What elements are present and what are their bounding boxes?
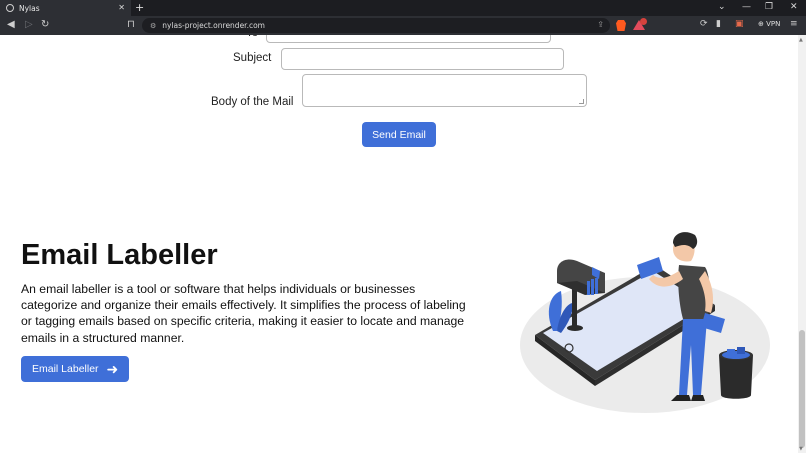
scroll-up-icon[interactable]: ▲ (799, 37, 803, 43)
resize-handle-icon[interactable] (579, 99, 584, 104)
site-info-icon[interactable]: ⚙ (150, 22, 156, 30)
back-icon[interactable]: ◀ (7, 19, 15, 30)
page-viewport: To Subject Body of the Mail Send Email E… (0, 35, 798, 453)
menu-icon[interactable]: ≡ (790, 19, 798, 29)
subject-field[interactable] (281, 48, 564, 70)
address-bar[interactable]: ⚙ nylas-project.onrender.com ⇪ (142, 18, 610, 33)
forward-icon[interactable]: ▷ (25, 19, 33, 30)
scroll-down-icon[interactable]: ▼ (799, 446, 803, 452)
notification-badge (640, 18, 647, 25)
browser-tab-strip: Nylas ✕ + ⌄ — ❐ ✕ (0, 0, 806, 16)
hero-description: An email labeller is a tool or software … (21, 282, 466, 345)
scrollbar-thumb[interactable] (799, 330, 805, 448)
globe-icon (6, 4, 14, 12)
to-field[interactable] (266, 35, 551, 43)
close-window-icon[interactable]: ✕ (790, 2, 798, 12)
person-sorting-mail-illustration (520, 232, 770, 413)
maximize-icon[interactable]: ❐ (765, 2, 773, 12)
minimize-icon[interactable]: — (742, 2, 751, 12)
vpn-label: VPN (766, 20, 781, 28)
tab-title: Nylas (19, 3, 40, 13)
url-text: nylas-project.onrender.com (162, 21, 265, 30)
brave-shield-icon[interactable] (616, 20, 626, 31)
body-textarea[interactable] (302, 74, 587, 107)
extension-icon[interactable]: ⟳ (700, 19, 708, 29)
hero-title: Email Labeller (21, 239, 218, 271)
browser-tab[interactable]: Nylas ✕ (0, 0, 131, 16)
sidebar-icon[interactable]: ▮ (716, 19, 721, 29)
new-tab-button[interactable]: + (135, 1, 144, 14)
send-email-button[interactable]: Send Email (362, 122, 436, 147)
subject-label: Subject (233, 52, 272, 64)
tab-close-icon[interactable]: ✕ (118, 3, 125, 12)
arrow-right-icon: ➜ (106, 361, 119, 377)
email-labeller-button[interactable]: Email Labeller ➜ (21, 356, 129, 382)
reload-icon[interactable]: ↻ (41, 19, 49, 30)
cta-label: Email Labeller (32, 363, 99, 375)
to-label: To (246, 35, 258, 39)
body-label: Body of the Mail (211, 96, 294, 108)
vpn-button[interactable]: ⊕ VPN (758, 20, 780, 28)
bookmark-icon[interactable]: ⊓ (127, 19, 135, 30)
tab-search-icon[interactable]: ⌄ (718, 2, 726, 12)
browser-toolbar: ◀ ▷ ↻ ⊓ ⚙ nylas-project.onrender.com ⇪ ⟳… (0, 16, 806, 35)
share-icon[interactable]: ⇪ (597, 20, 604, 29)
wallet-icon[interactable]: ▣ (735, 19, 744, 29)
